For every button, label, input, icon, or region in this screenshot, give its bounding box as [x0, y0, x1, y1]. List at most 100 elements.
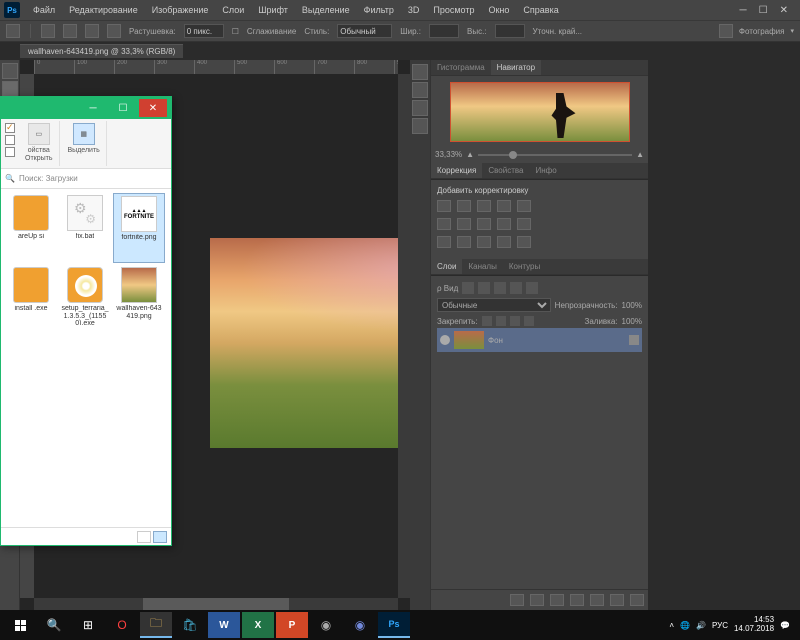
filter-shape-icon[interactable] — [510, 282, 522, 294]
panel-icon[interactable] — [412, 100, 428, 116]
icons-view-icon[interactable] — [153, 531, 167, 543]
checkbox[interactable] — [5, 123, 15, 133]
filter-type-icon[interactable] — [494, 282, 506, 294]
excel-button[interactable]: X — [242, 612, 274, 638]
style-select[interactable] — [337, 24, 392, 38]
tray-icon[interactable]: 🌐 — [680, 621, 690, 630]
tab-paths[interactable]: Контуры — [503, 259, 546, 274]
panel-icon[interactable] — [412, 64, 428, 80]
tab-histogram[interactable]: Гистограмма — [431, 60, 491, 75]
marquee-tool[interactable] — [2, 81, 18, 97]
opera-button[interactable]: O — [106, 612, 138, 638]
chevron-up-icon[interactable]: ˄ — [669, 621, 674, 630]
layer-thumbnail[interactable] — [454, 331, 484, 349]
lock-paint-icon[interactable] — [496, 316, 506, 326]
link-layers-icon[interactable] — [510, 594, 524, 606]
photo-filter-icon[interactable] — [477, 218, 491, 230]
menu-layer[interactable]: Слои — [215, 5, 251, 15]
discord-button[interactable]: ◉ — [344, 612, 376, 638]
delete-layer-icon[interactable] — [630, 594, 644, 606]
scrollbar-vertical[interactable] — [398, 74, 410, 598]
selection-intersect-icon[interactable] — [107, 24, 121, 38]
menu-window[interactable]: Окно — [481, 5, 516, 15]
tab-info[interactable]: Инфо — [529, 163, 562, 178]
menu-edit[interactable]: Редактирование — [62, 5, 145, 15]
minimize-button[interactable]: ─ — [79, 99, 107, 117]
tray-icon[interactable]: 🔊 — [696, 621, 706, 630]
move-tool[interactable] — [2, 63, 18, 79]
menu-filter[interactable]: Фильтр — [357, 5, 401, 15]
zoom-value[interactable]: 33,33% — [435, 150, 462, 159]
filter-pixel-icon[interactable] — [462, 282, 474, 294]
document-tab[interactable]: wallhaven-643419.png @ 33,3% (RGB/8) — [20, 44, 183, 58]
refine-edge-button[interactable]: Уточн. край... — [533, 27, 583, 36]
selection-new-icon[interactable] — [41, 24, 55, 38]
selection-subtract-icon[interactable] — [85, 24, 99, 38]
mixer-icon[interactable] — [497, 218, 511, 230]
open-label[interactable]: Открыть — [25, 155, 53, 162]
menu-3d[interactable]: 3D — [401, 5, 427, 15]
steam-button[interactable]: ◉ — [310, 612, 342, 638]
threshold-icon[interactable] — [477, 236, 491, 248]
search-bar[interactable]: 🔍 Поиск: Загрузки — [1, 169, 171, 189]
menu-image[interactable]: Изображение — [145, 5, 216, 15]
selection-add-icon[interactable] — [63, 24, 77, 38]
checkbox[interactable] — [5, 135, 15, 145]
file-item[interactable]: ▲▲▲FORTNITEfortnite.png — [113, 193, 165, 263]
fx-icon[interactable] — [530, 594, 544, 606]
lock-pos-icon[interactable] — [510, 316, 520, 326]
workspace-select[interactable]: Фотография — [739, 27, 785, 36]
explorer-titlebar[interactable]: ─ ☐ ✕ — [1, 97, 171, 119]
select-icon[interactable]: ▦ — [73, 123, 95, 145]
hue-icon[interactable] — [437, 218, 451, 230]
curves-icon[interactable] — [477, 200, 491, 212]
opacity-value[interactable]: 100% — [622, 301, 642, 310]
height-input[interactable] — [495, 24, 525, 38]
navigator-thumbnail[interactable] — [450, 82, 630, 142]
maximize-icon[interactable]: ☐ — [759, 5, 768, 16]
tab-layers[interactable]: Слои — [431, 259, 462, 274]
search-button[interactable]: 🔍 — [38, 612, 70, 638]
menu-select[interactable]: Выделение — [295, 5, 357, 15]
tab-properties[interactable]: Свойства — [482, 163, 529, 178]
marquee-tool-icon[interactable] — [6, 24, 20, 38]
mask-icon[interactable] — [550, 594, 564, 606]
start-button[interactable] — [4, 612, 36, 638]
tab-channels[interactable]: Каналы — [462, 259, 502, 274]
exposure-icon[interactable] — [497, 200, 511, 212]
notifications-icon[interactable]: 💬 — [780, 621, 790, 630]
gradient-map-icon[interactable] — [497, 236, 511, 248]
maximize-button[interactable]: ☐ — [109, 99, 137, 117]
menu-type[interactable]: Шрифт — [251, 5, 295, 15]
brightness-icon[interactable] — [437, 200, 451, 212]
posterize-icon[interactable] — [457, 236, 471, 248]
width-input[interactable] — [429, 24, 459, 38]
filter-smart-icon[interactable] — [526, 282, 538, 294]
details-view-icon[interactable] — [137, 531, 151, 543]
minimize-icon[interactable]: ─ — [740, 5, 747, 16]
lock-trans-icon[interactable] — [482, 316, 492, 326]
task-view-button[interactable]: ⊞ — [72, 612, 104, 638]
vibrance-icon[interactable] — [517, 200, 531, 212]
close-icon[interactable]: ✕ — [780, 5, 788, 16]
filter-adj-icon[interactable] — [478, 282, 490, 294]
file-item[interactable]: setup_terraria_1.3.5.3_(11550).exe — [59, 265, 111, 335]
selective-icon[interactable] — [517, 236, 531, 248]
scrollbar-horizontal[interactable] — [34, 598, 398, 610]
menu-view[interactable]: Просмотр — [426, 5, 481, 15]
zoom-in-icon[interactable]: ▲ — [636, 150, 644, 159]
store-button[interactable]: 🛍 — [174, 612, 206, 638]
layer-name[interactable]: Фон — [488, 336, 503, 345]
new-layer-icon[interactable] — [610, 594, 624, 606]
feather-input[interactable] — [184, 24, 224, 38]
zoom-slider[interactable] — [478, 154, 632, 156]
clock[interactable]: 14:53 14.07.2018 — [734, 616, 774, 634]
close-button[interactable]: ✕ — [139, 99, 167, 117]
properties-icon[interactable]: ▭ — [28, 123, 50, 145]
file-list[interactable]: areUp sifix.bat▲▲▲FORTNITEfortnite.pngin… — [1, 189, 171, 527]
blend-mode-select[interactable]: Обычные — [437, 298, 551, 312]
language-indicator[interactable]: РУС — [712, 621, 728, 630]
menu-help[interactable]: Справка — [516, 5, 565, 15]
antialias-checkbox[interactable]: ☐ — [232, 27, 239, 36]
menu-file[interactable]: Файл — [26, 5, 62, 15]
